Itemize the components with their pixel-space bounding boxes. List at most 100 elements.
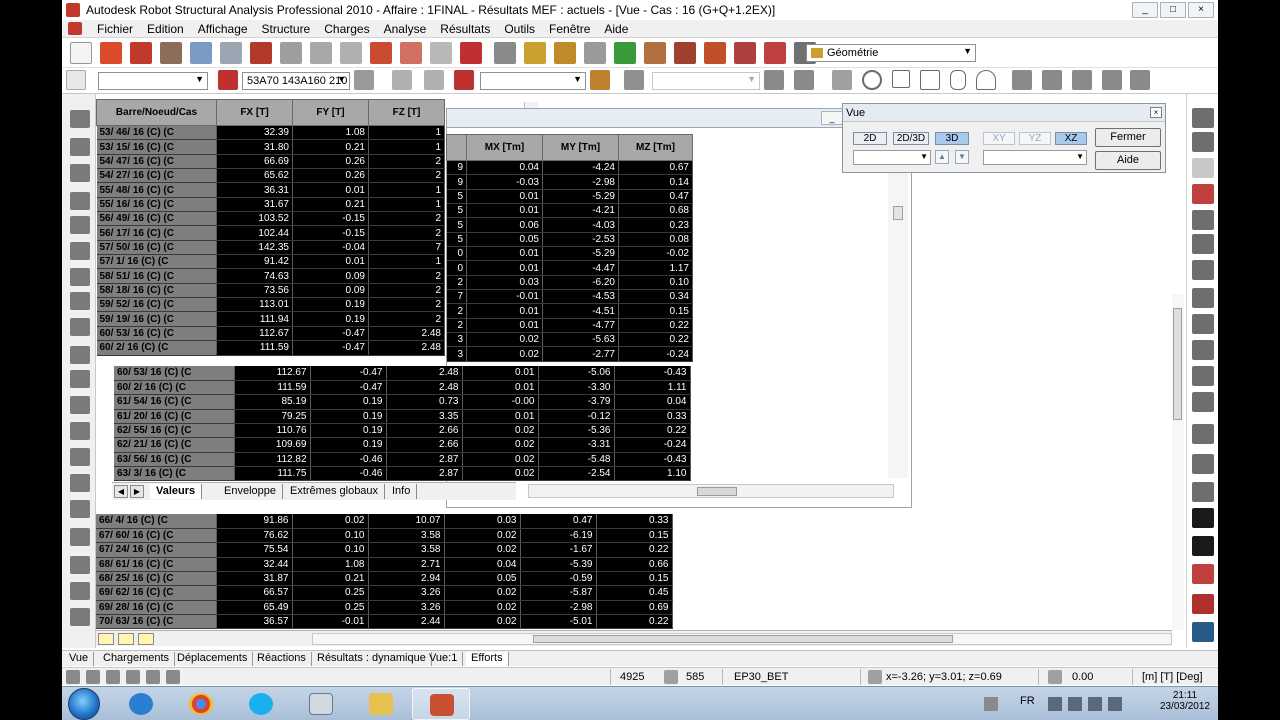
ibeam-icon[interactable] — [1192, 392, 1214, 412]
table-cell[interactable]: 0.15 — [596, 528, 673, 544]
table-cell[interactable]: 58/ 18/ 16 (C) (C — [96, 283, 217, 299]
table-cell[interactable]: 2 — [368, 168, 445, 184]
table-cell[interactable]: -6.19 — [520, 528, 597, 544]
table-cell[interactable]: 3.26 — [368, 600, 445, 615]
table-cell[interactable]: 62/ 21/ 16 (C) (C — [114, 437, 235, 453]
taskbar-ie[interactable] — [112, 688, 170, 720]
table-cell[interactable]: -0.15 — [292, 225, 369, 241]
angle-tool-icon[interactable] — [70, 422, 90, 440]
wstab-efforts[interactable]: Efforts — [466, 652, 509, 666]
table-cell[interactable]: -0.46 — [310, 452, 387, 467]
connection-icon[interactable] — [1192, 482, 1214, 502]
table-cell[interactable]: -4.51 — [542, 303, 619, 319]
print-icon[interactable] — [160, 42, 182, 64]
edit-icon[interactable] — [1130, 70, 1150, 90]
table-cell[interactable]: 102.44 — [216, 225, 293, 241]
table-row[interactable]: 60/ 2/ 16 (C) (C 111.59 -0.47 2.48 0.01 -3.30… — [114, 380, 691, 396]
release-tool-icon[interactable] — [70, 242, 90, 260]
table-cell[interactable]: 3.26 — [368, 585, 445, 601]
volume-tray-icon[interactable] — [1108, 697, 1122, 711]
vue-close-icon[interactable]: × — [1150, 107, 1162, 118]
structure-model-icon[interactable] — [644, 42, 666, 64]
rc-design-icon[interactable] — [1192, 210, 1214, 230]
table-cell[interactable]: 66/ 4/ 16 (C) (C — [96, 514, 217, 529]
device-tray-icon[interactable] — [1068, 697, 1082, 711]
table-row[interactable]: 0 0.01 -4.47 1.17 — [446, 260, 693, 276]
table-cell[interactable]: -5.48 — [538, 452, 615, 467]
table-cell[interactable]: 63/ 3/ 16 (C) (C — [114, 466, 235, 482]
table-cell[interactable]: 2 — [446, 303, 467, 319]
table-cell[interactable]: 0.05 — [466, 232, 543, 248]
table-cell[interactable]: -5.29 — [542, 189, 619, 205]
table-cell[interactable]: 2 — [368, 297, 445, 313]
menu-charges[interactable]: Charges — [317, 22, 376, 36]
table-row[interactable]: 5 0.06 -4.03 0.23 — [446, 217, 693, 233]
table-cell[interactable]: -2.98 — [542, 174, 619, 190]
table-cell[interactable]: 60/ 53/ 16 (C) (C — [96, 326, 217, 342]
table-cell[interactable]: 55/ 16/ 16 (C) (C — [96, 197, 217, 213]
wstab-vue1[interactable]: Vue:1 — [424, 652, 464, 666]
panel-tool-icon[interactable] — [70, 528, 90, 546]
table-row[interactable]: 5 0.01 -4.21 0.68 — [446, 203, 693, 219]
table-cell[interactable]: 5 — [446, 232, 467, 248]
tab-prev-button[interactable]: ◀ — [114, 485, 128, 498]
tab-next-button[interactable]: ▶ — [130, 485, 144, 498]
vue-combo-2[interactable]: ▼ — [983, 150, 1087, 165]
table-cell[interactable]: 0.02 — [466, 332, 543, 348]
table-cell[interactable]: 0.33 — [596, 514, 673, 529]
table-cell[interactable]: 111.59 — [234, 380, 311, 396]
table-cell[interactable]: 0.73 — [386, 394, 463, 410]
link-tool-icon[interactable] — [70, 448, 90, 466]
table-cell[interactable]: 36.57 — [216, 614, 293, 630]
table-cell[interactable]: 66.57 — [216, 585, 293, 601]
table-cell[interactable]: 56/ 17/ 16 (C) (C — [96, 225, 217, 241]
fermer-button[interactable]: Fermer — [1095, 128, 1161, 147]
tools-icon[interactable] — [764, 42, 786, 64]
table-cell[interactable]: 0.25 — [292, 600, 369, 615]
header-my[interactable]: MY [Tm] — [542, 134, 619, 161]
menu-edition[interactable]: Edition — [140, 22, 191, 36]
print-preview-icon[interactable] — [190, 42, 212, 64]
cable-tool-icon[interactable] — [70, 292, 90, 310]
table-cell[interactable]: 1.08 — [292, 125, 369, 141]
lock-icon[interactable] — [494, 42, 516, 64]
grid-table-icon[interactable] — [1192, 536, 1214, 556]
select-icon[interactable] — [614, 42, 636, 64]
main-vscrollbar[interactable] — [1172, 294, 1184, 630]
disabled-combo[interactable]: ▼ — [652, 72, 760, 90]
case-icon[interactable] — [454, 70, 474, 90]
table-row[interactable]: 5 0.05 -2.53 0.08 — [446, 232, 693, 248]
table-cell[interactable]: 3.35 — [386, 409, 463, 424]
slab-icon[interactable] — [1192, 340, 1214, 360]
table-cell[interactable]: 61/ 54/ 16 (C) (C — [114, 394, 235, 410]
taskbar-robot[interactable] — [412, 688, 470, 720]
table-cell[interactable]: 62/ 55/ 16 (C) (C — [114, 423, 235, 439]
table-cell[interactable]: 0.33 — [614, 409, 691, 424]
table-icon[interactable] — [460, 42, 482, 64]
table-cell[interactable]: -5.87 — [520, 585, 597, 601]
table-cell[interactable]: 0.02 — [444, 585, 521, 601]
table-cell[interactable]: -5.39 — [520, 557, 597, 572]
frame-tool-icon[interactable] — [70, 474, 90, 492]
table-mode2-icon[interactable] — [118, 633, 134, 645]
header-fz[interactable]: FZ [T] — [368, 99, 445, 126]
table-cell[interactable]: 0.19 — [310, 423, 387, 439]
table-cell[interactable]: 1 — [368, 254, 445, 270]
table-row[interactable]: 55/ 16/ 16 (C) (C 31.67 0.21 1 — [96, 197, 445, 213]
table-cell[interactable]: 0.04 — [466, 160, 543, 176]
table-cell[interactable]: -0.43 — [614, 366, 691, 381]
header-mz[interactable]: MZ [Tm] — [618, 134, 693, 161]
table-cell[interactable]: -4.47 — [542, 260, 619, 276]
table-cell[interactable]: 0.47 — [520, 514, 597, 529]
table-row[interactable]: 62/ 55/ 16 (C) (C 110.76 0.19 2.66 0.02 -5.36… — [114, 423, 691, 439]
menu-aide[interactable]: Aide — [597, 22, 635, 36]
undo-icon[interactable] — [370, 42, 392, 64]
table-row[interactable]: 53/ 15/ 16 (C) (C 31.80 0.21 1 — [96, 139, 445, 155]
table-row[interactable]: 59/ 52/ 16 (C) (C 113.01 0.19 2 — [96, 297, 445, 313]
table-cell[interactable]: 0.22 — [596, 614, 673, 630]
table-row[interactable]: 59/ 19/ 16 (C) (C 111.94 0.19 2 — [96, 311, 445, 327]
table-cell[interactable]: 67/ 24/ 16 (C) (C — [96, 542, 217, 558]
tripod-icon[interactable] — [1192, 234, 1214, 254]
column-icon[interactable] — [1192, 314, 1214, 334]
rotate-icon[interactable] — [584, 42, 606, 64]
